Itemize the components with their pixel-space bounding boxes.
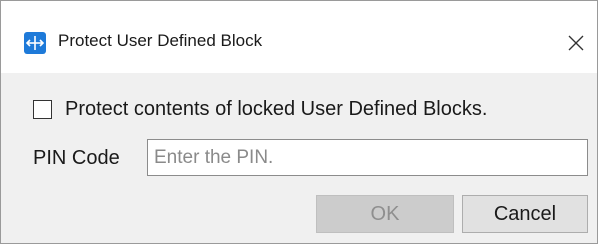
protect-block-icon: [24, 32, 46, 54]
title-bar: Protect User Defined Block: [1, 1, 597, 73]
close-button[interactable]: [559, 26, 593, 60]
close-icon: [568, 35, 584, 51]
dialog-window: Protect User Defined Block Protect conte…: [0, 0, 598, 244]
protect-contents-option[interactable]: Protect contents of locked User Defined …: [33, 94, 487, 124]
pin-code-input[interactable]: [147, 139, 588, 176]
cancel-button[interactable]: Cancel: [462, 195, 588, 233]
protect-contents-checkbox[interactable]: [33, 99, 52, 119]
dialog-title: Protect User Defined Block: [58, 31, 263, 50]
ok-button[interactable]: OK: [316, 195, 454, 233]
protect-contents-label[interactable]: Protect contents of locked User Defined …: [65, 98, 487, 121]
pin-code-label: PIN Code: [33, 147, 120, 169]
